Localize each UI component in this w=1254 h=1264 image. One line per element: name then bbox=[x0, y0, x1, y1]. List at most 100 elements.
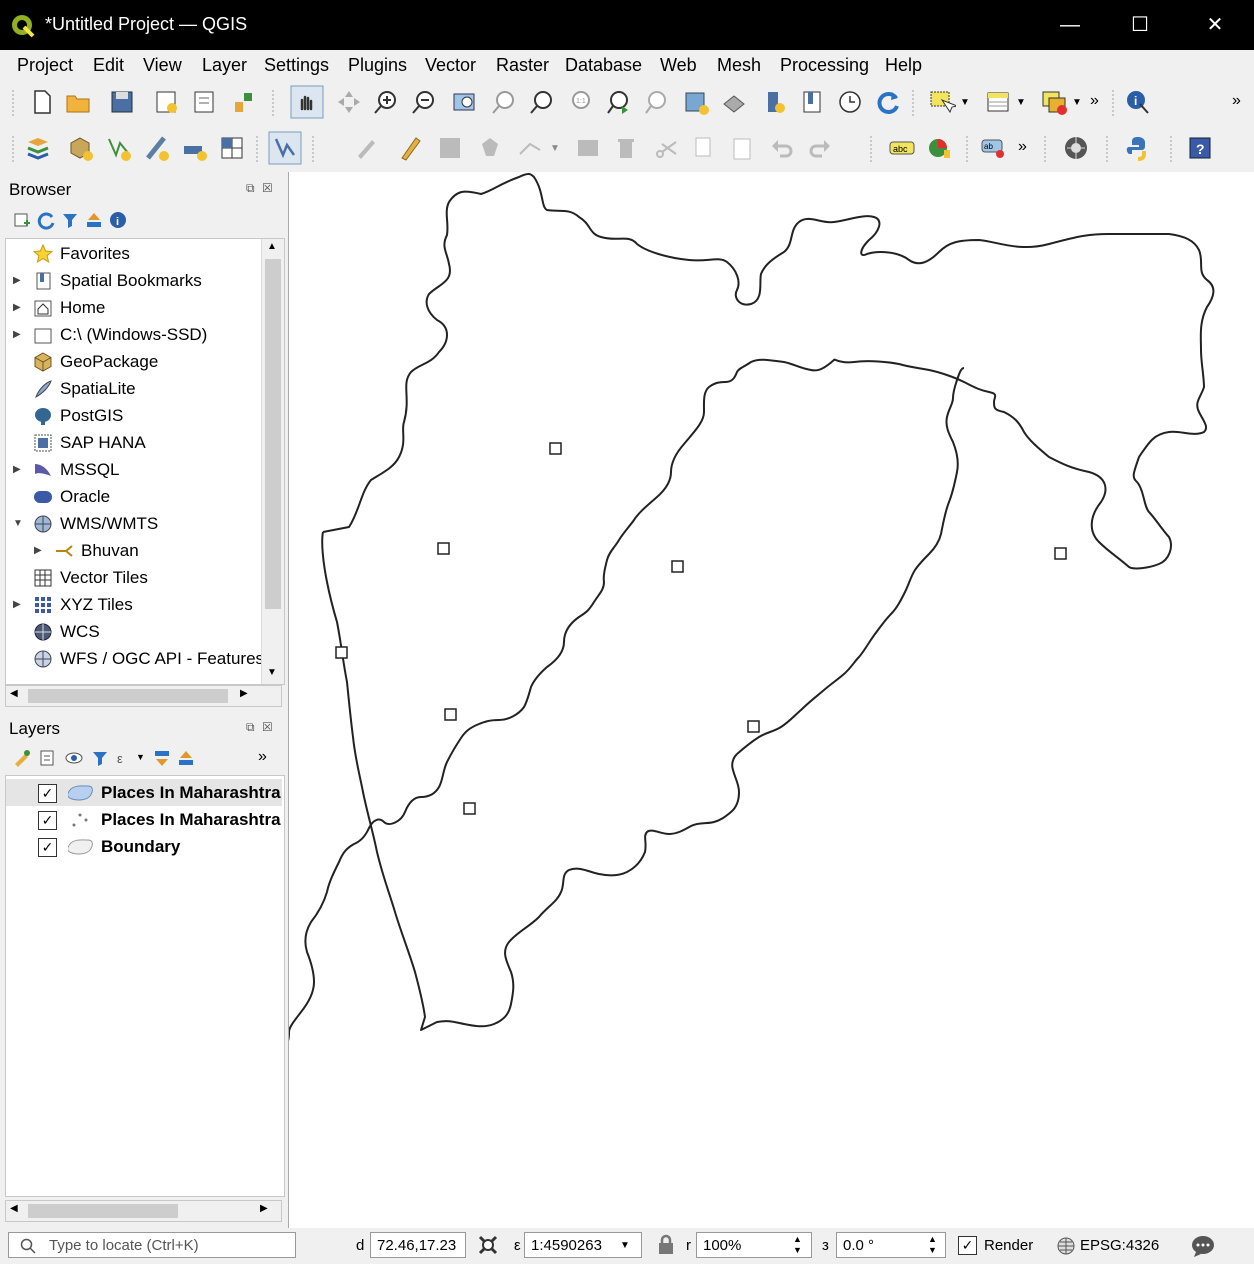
layer-labeling-icon[interactable]: abc bbox=[888, 134, 916, 162]
new-geopackage-layer-icon[interactable] bbox=[66, 134, 94, 162]
close-panel-icon[interactable]: ☒ bbox=[262, 181, 273, 195]
menu-processing[interactable]: Processing bbox=[780, 55, 869, 76]
spinner-arrows-icon[interactable]: ▲ ▼ bbox=[793, 1234, 802, 1256]
zoom-native-icon[interactable]: 1:1 bbox=[566, 88, 594, 116]
toolbar-grip[interactable] bbox=[1112, 90, 1118, 116]
new-print-layout-icon[interactable] bbox=[152, 88, 180, 116]
chevron-down-icon[interactable]: ▼ bbox=[1072, 97, 1082, 108]
pan-to-selection-icon[interactable] bbox=[335, 88, 363, 116]
scroll-left-icon[interactable]: ◀ bbox=[10, 1203, 18, 1214]
menu-view[interactable]: View bbox=[143, 55, 182, 76]
menu-help[interactable]: Help bbox=[885, 55, 922, 76]
info-icon[interactable]: i bbox=[108, 210, 128, 230]
zoom-to-selection-icon[interactable] bbox=[490, 88, 518, 116]
layer-item-places-polygon[interactable]: ✓ Places In Maharashtra bbox=[6, 779, 282, 806]
scrollbar-thumb[interactable] bbox=[28, 689, 228, 703]
collapse-all-icon[interactable] bbox=[176, 748, 196, 768]
maximize-button[interactable]: ☐ bbox=[1105, 0, 1175, 50]
collapse-all-icon[interactable] bbox=[84, 210, 104, 230]
filter-expression-icon[interactable]: ε bbox=[114, 748, 134, 768]
place-marker[interactable] bbox=[444, 708, 457, 721]
scroll-up-icon[interactable]: ▲ bbox=[267, 241, 277, 252]
place-marker[interactable] bbox=[1054, 547, 1067, 560]
scrollbar-thumb[interactable] bbox=[265, 259, 281, 609]
layout-manager-icon[interactable] bbox=[190, 88, 218, 116]
menu-layer[interactable]: Layer bbox=[202, 55, 247, 76]
menu-settings[interactable]: Settings bbox=[264, 55, 329, 76]
new-3d-map-icon[interactable] bbox=[720, 88, 748, 116]
collapse-arrow-icon[interactable]: ▼ bbox=[13, 511, 23, 537]
zoom-out-icon[interactable] bbox=[410, 88, 438, 116]
menu-edit[interactable]: Edit bbox=[93, 55, 124, 76]
crs-label[interactable]: EPSG:4326 bbox=[1080, 1237, 1159, 1254]
toolbar-grip[interactable] bbox=[912, 90, 918, 116]
redo-icon[interactable] bbox=[806, 134, 834, 162]
select-features-icon[interactable] bbox=[928, 88, 956, 116]
filter-legend-icon[interactable] bbox=[90, 748, 110, 768]
expand-arrow-icon[interactable]: ▶ bbox=[13, 322, 21, 348]
zoom-to-layer-icon[interactable] bbox=[528, 88, 556, 116]
expand-arrow-icon[interactable]: ▶ bbox=[13, 592, 21, 618]
toolbar-grip[interactable] bbox=[870, 136, 876, 162]
layer-item-places-points[interactable]: ✓ Places In Maharashtra bbox=[6, 806, 282, 833]
refresh-icon[interactable] bbox=[36, 210, 56, 230]
copy-features-icon[interactable] bbox=[690, 134, 718, 162]
chevron-down-icon[interactable]: ▼ bbox=[620, 1240, 630, 1251]
new-bookmark-icon[interactable] bbox=[760, 88, 788, 116]
chevron-down-icon[interactable]: ▼ bbox=[960, 97, 970, 108]
python-console-icon[interactable] bbox=[1124, 134, 1152, 162]
scroll-down-icon[interactable]: ▼ bbox=[267, 667, 277, 678]
qms-globe-icon[interactable] bbox=[1062, 134, 1090, 162]
chevron-down-icon[interactable]: ▼ bbox=[136, 752, 145, 762]
save-layer-edits-icon[interactable] bbox=[436, 134, 464, 162]
close-panel-icon[interactable]: ☒ bbox=[262, 720, 273, 734]
place-marker[interactable] bbox=[747, 720, 760, 733]
identify-features-icon[interactable]: i bbox=[1124, 88, 1152, 116]
menu-project[interactable]: Project bbox=[17, 55, 73, 76]
place-marker[interactable] bbox=[671, 560, 684, 573]
add-virtual-layer-icon[interactable] bbox=[268, 131, 302, 165]
minimize-button[interactable]: — bbox=[1035, 0, 1105, 50]
new-shapefile-layer-icon[interactable] bbox=[104, 134, 132, 162]
layer-diagram-icon[interactable] bbox=[926, 134, 954, 162]
toolbar-grip[interactable] bbox=[1044, 136, 1050, 162]
expand-arrow-icon[interactable]: ▶ bbox=[13, 268, 21, 294]
menu-raster[interactable]: Raster bbox=[496, 55, 549, 76]
scroll-right-icon[interactable]: ▶ bbox=[240, 688, 248, 699]
scroll-left-icon[interactable]: ◀ bbox=[10, 688, 18, 699]
menu-web[interactable]: Web bbox=[660, 55, 697, 76]
expand-arrow-icon[interactable]: ▶ bbox=[13, 295, 21, 321]
close-button[interactable]: ✕ bbox=[1180, 0, 1250, 50]
deselect-features-icon[interactable] bbox=[1040, 88, 1068, 116]
refresh-icon[interactable] bbox=[874, 88, 902, 116]
place-marker[interactable] bbox=[335, 646, 348, 659]
zoom-in-icon[interactable] bbox=[372, 88, 400, 116]
undo-icon[interactable] bbox=[768, 134, 796, 162]
layer-styling-icon[interactable] bbox=[12, 748, 32, 768]
toolbar-grip[interactable] bbox=[272, 90, 278, 116]
place-marker[interactable] bbox=[437, 542, 450, 555]
show-bookmarks-icon[interactable] bbox=[798, 88, 826, 116]
map-canvas[interactable] bbox=[228, 172, 1254, 1232]
layer-visibility-checkbox[interactable]: ✓ bbox=[38, 784, 57, 803]
save-project-icon[interactable] bbox=[108, 88, 136, 116]
place-marker[interactable] bbox=[549, 442, 562, 455]
toolbar-grip[interactable] bbox=[966, 136, 972, 162]
lock-scale-icon[interactable] bbox=[656, 1234, 676, 1256]
menu-database[interactable]: Database bbox=[565, 55, 642, 76]
add-selected-layers-icon[interactable] bbox=[12, 210, 32, 230]
toolbar-grip[interactable] bbox=[12, 90, 18, 116]
style-manager-icon[interactable] bbox=[230, 88, 258, 116]
toolbar-grip[interactable] bbox=[1106, 136, 1112, 162]
toolbar-overflow-icon[interactable]: » bbox=[1018, 138, 1027, 156]
browser-vertical-scrollbar[interactable]: ▲ ▼ bbox=[261, 239, 284, 684]
temporal-controller-icon[interactable] bbox=[836, 88, 864, 116]
crs-globe-icon[interactable] bbox=[1056, 1236, 1076, 1256]
render-checkbox[interactable]: ✓ bbox=[958, 1236, 977, 1255]
new-map-view-icon[interactable] bbox=[682, 88, 710, 116]
new-spatialite-layer-icon[interactable] bbox=[142, 134, 170, 162]
layer-visibility-checkbox[interactable]: ✓ bbox=[38, 811, 57, 830]
browser-horizontal-scrollbar[interactable]: ◀ ▶ bbox=[5, 685, 282, 707]
pin-labels-icon[interactable]: ab bbox=[980, 134, 1008, 162]
messages-icon[interactable] bbox=[1190, 1234, 1216, 1258]
